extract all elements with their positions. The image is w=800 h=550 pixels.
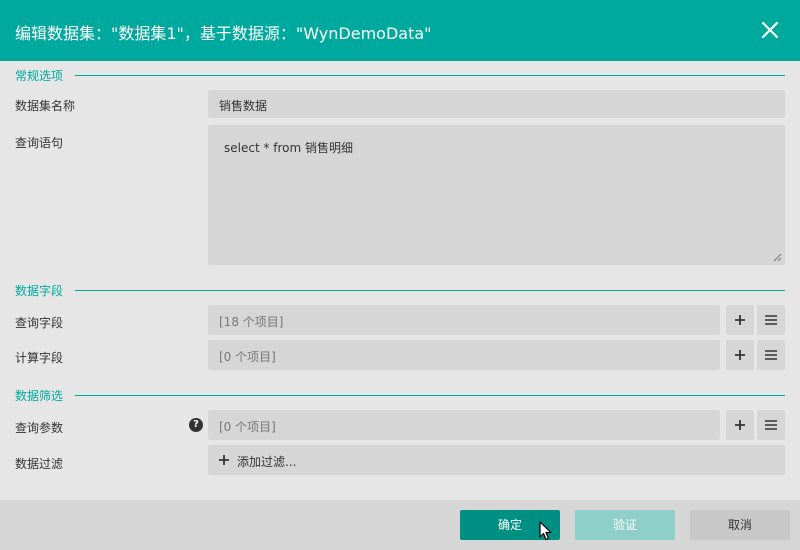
section-filter: 数据筛选 bbox=[15, 387, 785, 405]
plus-icon bbox=[735, 315, 745, 325]
close-icon bbox=[761, 21, 779, 39]
section-general: 常规选项 bbox=[15, 67, 785, 85]
dataset-name-value: 销售数据 bbox=[219, 99, 268, 113]
plus-icon bbox=[219, 455, 229, 465]
query-label: 查询语句 bbox=[15, 136, 64, 150]
help-icon[interactable]: ? bbox=[189, 418, 203, 432]
dialog-title: 编辑数据集："数据集1"，基于数据源："WynDemoData" bbox=[15, 24, 432, 43]
query-fields-input[interactable]: [18 个项目] bbox=[208, 305, 720, 335]
query-fields-value: [18 个项目] bbox=[219, 315, 284, 329]
section-divider bbox=[75, 395, 785, 396]
verify-button[interactable]: 验证 bbox=[575, 510, 675, 540]
section-divider bbox=[75, 75, 785, 76]
calc-fields-label: 计算字段 bbox=[15, 351, 64, 365]
add-calc-field-button[interactable] bbox=[726, 340, 754, 370]
section-title-fields: 数据字段 bbox=[15, 284, 64, 298]
dialog-header: 编辑数据集："数据集1"，基于数据源："WynDemoData" bbox=[0, 0, 800, 61]
add-query-field-button[interactable] bbox=[726, 305, 754, 335]
section-divider bbox=[75, 290, 785, 291]
query-params-label: 查询参数 bbox=[15, 421, 64, 435]
query-params-input[interactable]: [0 个项目] bbox=[208, 410, 720, 440]
query-field-menu-button[interactable] bbox=[757, 305, 785, 335]
menu-icon bbox=[765, 350, 777, 360]
calc-field-menu-button[interactable] bbox=[757, 340, 785, 370]
query-fields-label: 查询字段 bbox=[15, 316, 64, 330]
dataset-name-input[interactable]: 销售数据 bbox=[208, 90, 785, 118]
calc-fields-input[interactable]: [0 个项目] bbox=[208, 340, 720, 370]
section-fields: 数据字段 bbox=[15, 282, 785, 300]
resize-handle-icon[interactable] bbox=[773, 253, 782, 262]
calc-fields-value: [0 个项目] bbox=[219, 350, 276, 364]
section-title-general: 常规选项 bbox=[15, 69, 64, 83]
dialog-footer: 确定 验证 取消 bbox=[0, 500, 800, 550]
data-filter-label: 数据过滤 bbox=[15, 457, 64, 471]
query-value: select * from 销售明细 bbox=[224, 141, 354, 155]
add-filter-button[interactable]: 添加过滤... bbox=[208, 445, 785, 475]
add-query-param-button[interactable] bbox=[726, 410, 754, 440]
query-params-value: [0 个项目] bbox=[219, 420, 276, 434]
add-filter-label: 添加过滤... bbox=[237, 455, 297, 469]
menu-icon bbox=[765, 420, 777, 430]
query-param-menu-button[interactable] bbox=[757, 410, 785, 440]
cancel-button[interactable]: 取消 bbox=[690, 510, 790, 540]
menu-icon bbox=[765, 315, 777, 325]
section-title-filter: 数据筛选 bbox=[15, 389, 64, 403]
dataset-name-label: 数据集名称 bbox=[15, 99, 76, 113]
mouse-cursor-icon bbox=[539, 521, 552, 541]
close-button[interactable] bbox=[758, 18, 782, 42]
plus-icon bbox=[735, 350, 745, 360]
plus-icon bbox=[735, 420, 745, 430]
query-textarea[interactable]: select * from 销售明细 bbox=[208, 125, 785, 265]
